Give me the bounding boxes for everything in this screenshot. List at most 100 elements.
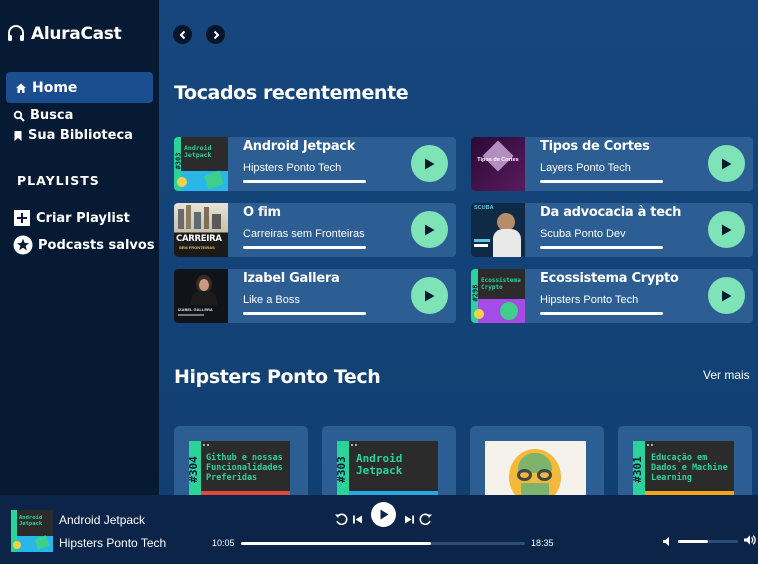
episode-card[interactable] <box>470 426 604 506</box>
volume-high-icon <box>743 535 756 545</box>
recent-card[interactable]: IZABEL GALLERA Izabel Gallera Like a Bos… <box>174 269 456 323</box>
search-icon <box>13 110 25 122</box>
fast-forward-icon <box>419 513 432 526</box>
play-button[interactable] <box>411 145 448 182</box>
episode-card[interactable]: #301 Educação em Dados e Machine Learnin… <box>618 426 752 506</box>
play-button[interactable] <box>411 211 448 248</box>
podcast-name: Scuba Ponto Dev <box>540 228 626 240</box>
play-icon <box>722 158 732 169</box>
forward-skip-button[interactable] <box>418 511 434 527</box>
total-time: 18:35 <box>531 538 554 548</box>
play-icon <box>722 224 732 235</box>
now-playing-thumbnail: Android Jetpack <box>11 510 53 552</box>
player-bar: Android Jetpack Android Jetpack Hipsters… <box>0 495 758 564</box>
episode-card[interactable]: #303 Android Jetpack <box>322 426 456 506</box>
episode-progress <box>243 246 366 249</box>
play-icon <box>380 509 388 520</box>
back-button[interactable] <box>173 25 192 44</box>
play-button[interactable] <box>708 145 745 182</box>
chevron-right-icon <box>213 30 219 39</box>
episode-card[interactable]: #304 Github e nossas Funcionalidades Pre… <box>174 426 308 506</box>
now-playing-podcast: Hipsters Ponto Tech <box>59 536 167 550</box>
app-logo[interactable]: AluraCast <box>6 24 122 44</box>
episode-title: Tipos de Cortes <box>540 139 650 154</box>
episode-thumbnail: #303 Android Jetpack <box>174 137 228 191</box>
skip-next-icon <box>404 515 414 523</box>
episode-number: #303 <box>337 456 348 483</box>
episode-thumbnail: #298 Ecossistema Crypto <box>471 269 525 323</box>
elapsed-time: 10:05 <box>212 538 235 548</box>
main-content: Tocados recentemente #303 Android Jetpac… <box>159 0 758 506</box>
previous-button[interactable] <box>350 512 364 526</box>
playlists-heading: PLAYLISTS <box>17 173 100 188</box>
thumb-text: IZABEL GALLERA <box>178 307 213 312</box>
next-button[interactable] <box>402 512 416 526</box>
episode-art-title: Github e nossas Funcionalidades Preferid… <box>206 453 283 483</box>
see-more-link[interactable]: Ver mais <box>703 368 750 382</box>
sidebar-item-home[interactable]: Home <box>6 72 153 103</box>
recent-card[interactable]: #298 Ecossistema Crypto Ecossistema Cryp… <box>471 269 753 323</box>
play-icon <box>425 158 435 169</box>
sidebar-item-busca[interactable]: Busca <box>13 108 73 123</box>
thumb-text: CARREIRA <box>176 234 222 244</box>
plus-icon <box>14 210 30 226</box>
episode-art-title: Educação em Dados e Machine Learning <box>651 453 728 483</box>
episode-progress <box>540 180 663 183</box>
volume-fill <box>678 540 708 543</box>
recent-card[interactable]: CARREIRA SEM FRONTEIRAS O fim Carreiras … <box>174 203 456 257</box>
episode-title: Da advocacia à tech <box>540 205 682 220</box>
saved-podcasts-label: Podcasts salvos <box>38 237 155 253</box>
volume-low-icon <box>662 536 669 546</box>
episode-progress <box>540 246 663 249</box>
episode-title: Ecossistema Crypto <box>540 271 679 286</box>
episode-number: #304 <box>189 456 200 483</box>
rewind-button[interactable] <box>333 511 349 527</box>
rewind-icon <box>335 513 348 526</box>
sidebar-item-label: Busca <box>30 108 74 123</box>
progress-slider[interactable] <box>241 542 525 545</box>
create-playlist-button[interactable]: Criar Playlist <box>13 209 130 227</box>
skip-previous-icon <box>352 515 362 523</box>
volume-max-button[interactable] <box>742 533 756 547</box>
podcast-name: Like a Boss <box>243 294 300 306</box>
recent-heading: Tocados recentemente <box>174 82 409 104</box>
volume-slider[interactable] <box>678 540 738 543</box>
episode-progress <box>243 180 366 183</box>
recent-card[interactable]: Tipos de Cortes Tipos de Cortes Layers P… <box>471 137 753 191</box>
podcast-name: Layers Ponto Tech <box>540 162 631 174</box>
home-icon <box>16 83 26 93</box>
play-icon <box>425 224 435 235</box>
podcast-name: Carreiras sem Fronteiras <box>243 228 365 240</box>
play-button[interactable] <box>411 277 448 314</box>
episode-art-title: Android Jetpack <box>356 452 403 477</box>
thumb-text: SCUBA <box>474 205 494 211</box>
headphones-icon <box>8 25 24 41</box>
mute-button[interactable] <box>660 534 674 548</box>
podcast-name: Hipsters Ponto Tech <box>540 294 639 306</box>
thumb-text: Ecossistema Crypto <box>481 277 521 291</box>
saved-podcasts-button[interactable]: Podcasts salvos <box>13 235 155 255</box>
sidebar-item-label: Sua Biblioteca <box>28 128 133 143</box>
chevron-left-icon <box>179 30 185 39</box>
recent-card[interactable]: #303 Android Jetpack Android Jetpack Hip… <box>174 137 456 191</box>
sidebar: AluraCast Home Busca Sua Biblioteca PLAY… <box>0 0 159 495</box>
play-button[interactable] <box>708 277 745 314</box>
sidebar-item-biblioteca[interactable]: Sua Biblioteca <box>13 128 133 143</box>
create-playlist-label: Criar Playlist <box>36 210 130 226</box>
section-heading: Hipsters Ponto Tech <box>174 366 381 388</box>
episode-number: #301 <box>633 456 644 483</box>
bookmark-icon <box>14 130 22 141</box>
play-pause-button[interactable] <box>371 502 396 527</box>
episode-title: Android Jetpack <box>243 139 356 154</box>
now-playing-title: Android Jetpack <box>59 513 146 527</box>
thumb-text: Android Jetpack <box>19 515 43 527</box>
episode-thumbnail: IZABEL GALLERA <box>174 269 228 323</box>
thumb-subtext: SEM FRONTEIRAS <box>179 245 215 250</box>
forward-button[interactable] <box>206 25 225 44</box>
recent-card[interactable]: SCUBA Da advocacia à tech Scuba Ponto De… <box>471 203 753 257</box>
progress-fill <box>241 542 432 545</box>
play-button[interactable] <box>708 211 745 248</box>
play-icon <box>722 290 732 301</box>
thumb-text: Tipos de Cortes <box>477 157 519 163</box>
episode-title: O fim <box>243 205 281 220</box>
